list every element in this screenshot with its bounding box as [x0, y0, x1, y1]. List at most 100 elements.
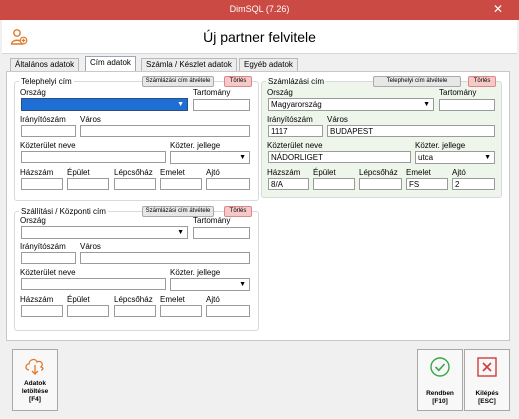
- cloud-download-icon: [25, 358, 44, 375]
- title-bar: DimSQL (7.26) ✕: [0, 0, 519, 20]
- szallitasi-epulet-input[interactable]: [67, 305, 109, 317]
- label-jelleg: Közter. jellege: [170, 268, 221, 277]
- exit-label: Kilépés: [475, 390, 499, 397]
- label-emelet: Emelet: [160, 295, 185, 304]
- telephelyi-delete-button[interactable]: Törlés: [224, 76, 252, 87]
- szallitasi-varos-input[interactable]: [80, 252, 250, 264]
- szamlazasi-varos-input[interactable]: BUDAPEST: [327, 125, 495, 137]
- szamlazasi-irsz-input[interactable]: 1117: [268, 125, 323, 137]
- label-tartomany: Tartomány: [193, 216, 231, 225]
- label-epulet: Épület: [313, 168, 336, 177]
- telephelyi-tartomany-input[interactable]: [193, 99, 250, 111]
- label-kozterulet: Közterület neve: [267, 141, 323, 150]
- szamlazasi-kozterulet-input[interactable]: NÁDORLIGET: [268, 151, 411, 163]
- telephelyi-emelet-input[interactable]: [160, 178, 202, 190]
- label-varos: Város: [80, 242, 101, 251]
- szamlazasi-ajto-input[interactable]: 2: [452, 178, 495, 190]
- label-orszag: Ország: [20, 88, 46, 97]
- exit-key: [ESC]: [478, 398, 496, 405]
- label-epulet: Épület: [67, 168, 90, 177]
- label-ajto: Ajtó: [452, 168, 466, 177]
- label-kozterulet: Közterület neve: [20, 268, 76, 277]
- ok-button[interactable]: Rendben [F10]: [417, 349, 463, 411]
- telephelyi-jelleg-select[interactable]: ▼: [170, 151, 250, 164]
- label-irsz: Irányítószám: [267, 115, 313, 124]
- exit-button[interactable]: Kilépés [ESC]: [464, 349, 510, 411]
- download-key: [F4]: [29, 396, 41, 403]
- close-box-icon: [477, 357, 497, 377]
- label-tartomany: Tartomány: [193, 88, 231, 97]
- szamlazasi-orszag-select[interactable]: Magyarország ▼: [268, 98, 434, 111]
- szallitasi-kozterulet-input[interactable]: [21, 278, 166, 290]
- window-title: DimSQL (7.26): [229, 4, 290, 14]
- telephelyi-orszag-select[interactable]: ▼: [21, 98, 188, 111]
- user-add-icon: [10, 28, 28, 48]
- szallitasi-orszag-select[interactable]: ▼: [21, 226, 188, 239]
- ok-key: [F10]: [432, 398, 448, 405]
- telephelyi-hazszam-input[interactable]: [21, 178, 63, 190]
- download-line1: Adatok: [23, 380, 47, 387]
- label-ajto: Ajtó: [206, 168, 220, 177]
- check-circle-icon: [430, 357, 450, 377]
- label-irsz: Irányítószám: [20, 242, 66, 251]
- download-data-button[interactable]: Adatok letöltése [F4]: [12, 349, 58, 411]
- label-varos: Város: [80, 115, 101, 124]
- telephelyi-ajto-input[interactable]: [206, 178, 250, 190]
- telephelyi-irsz-input[interactable]: [21, 125, 76, 137]
- szallitasi-lepcsohaz-input[interactable]: [114, 305, 156, 317]
- szamlazasi-copy-button[interactable]: Telephelyi cím átvétele: [373, 76, 461, 87]
- chevron-down-icon: ▼: [177, 101, 184, 108]
- label-lepcsohaz: Lépcsőház: [359, 168, 398, 177]
- telephelyi-copy-button[interactable]: Számlázási cím átvétele: [142, 76, 214, 87]
- address-panel: Telephelyi cím Számlázási cím átvétele T…: [6, 71, 510, 341]
- chevron-down-icon: ▼: [239, 281, 246, 288]
- chevron-down-icon: ▼: [484, 154, 491, 161]
- szamlazasi-epulet-input[interactable]: [313, 178, 355, 190]
- telephelyi-kozterulet-input[interactable]: [21, 151, 166, 163]
- label-irsz: Irányítószám: [20, 115, 66, 124]
- download-line2: letöltése: [21, 388, 49, 395]
- label-tartomany: Tartomány: [439, 88, 477, 97]
- telephelyi-varos-input[interactable]: [80, 125, 250, 137]
- form-header: Új partner felvitele: [2, 20, 517, 54]
- szallitasi-ajto-input[interactable]: [206, 305, 250, 317]
- szamlazasi-tartomany-input[interactable]: [439, 99, 495, 111]
- label-lepcsohaz: Lépcsőház: [114, 168, 153, 177]
- label-jelleg: Közter. jellege: [170, 141, 221, 150]
- tab-altalanos[interactable]: Általános adatok: [10, 58, 80, 72]
- label-epulet: Épület: [67, 295, 90, 304]
- close-window-button[interactable]: ✕: [493, 2, 503, 16]
- szallitasi-hazszam-input[interactable]: [21, 305, 63, 317]
- telephelyi-legend: Telephelyi cím: [21, 77, 72, 86]
- label-hazszam: Házszám: [267, 168, 301, 177]
- label-emelet: Emelet: [406, 168, 431, 177]
- label-orszag: Ország: [20, 216, 46, 225]
- label-lepcsohaz: Lépcsőház: [114, 295, 153, 304]
- page-title: Új partner felvitele: [203, 29, 316, 45]
- ok-label: Rendben: [426, 390, 454, 397]
- chevron-down-icon: ▼: [177, 229, 184, 236]
- szamlazasi-emelet-input[interactable]: FS: [406, 178, 448, 190]
- label-hazszam: Házszám: [20, 295, 54, 304]
- szallitasi-irsz-input[interactable]: [21, 252, 76, 264]
- tab-szamla-keszlet[interactable]: Számla / Készlet adatok: [141, 58, 237, 72]
- szamlazasi-jelleg-select[interactable]: utca ▼: [415, 151, 495, 164]
- label-jelleg: Közter. jellege: [415, 141, 466, 150]
- szamlazasi-legend: Számlázási cím: [268, 77, 325, 86]
- label-orszag: Ország: [267, 88, 293, 97]
- szallitasi-legend: Szállítási / Központi cím: [21, 207, 106, 216]
- telephelyi-lepcsohaz-input[interactable]: [114, 178, 156, 190]
- szamlazasi-lepcsohaz-input[interactable]: [359, 178, 402, 190]
- chevron-down-icon: ▼: [239, 154, 246, 161]
- label-hazszam: Házszám: [20, 168, 54, 177]
- szallitasi-jelleg-select[interactable]: ▼: [170, 278, 250, 291]
- szallitasi-emelet-input[interactable]: [160, 305, 202, 317]
- tab-egyeb[interactable]: Egyéb adatok: [239, 58, 298, 72]
- bottom-bar: Adatok letöltése [F4] Rendben [F10] Kilé…: [2, 343, 517, 417]
- szamlazasi-delete-button[interactable]: Törlés: [468, 76, 496, 87]
- label-emelet: Emelet: [160, 168, 185, 177]
- telephelyi-epulet-input[interactable]: [67, 178, 109, 190]
- szallitasi-tartomany-input[interactable]: [193, 227, 250, 239]
- chevron-down-icon: ▼: [423, 101, 430, 108]
- szamlazasi-hazszam-input[interactable]: 8/A: [268, 178, 309, 190]
